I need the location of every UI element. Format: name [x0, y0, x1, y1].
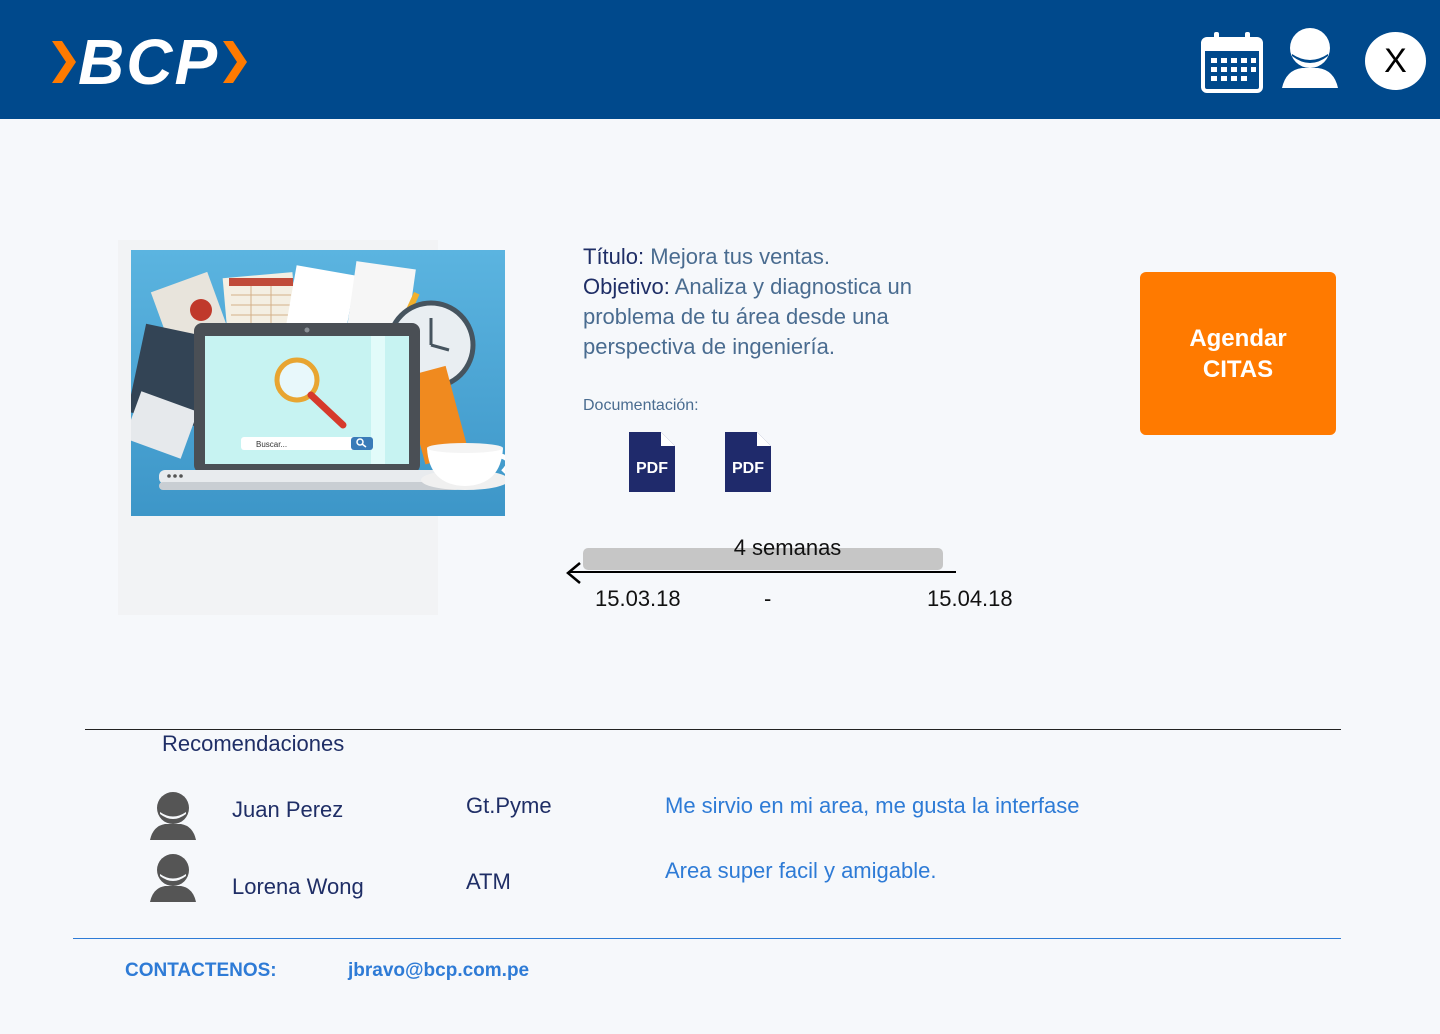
- objective-label: Objetivo:: [583, 274, 670, 299]
- timeline-separator: -: [764, 586, 772, 611]
- logo-chevron-left-icon: [52, 41, 76, 83]
- timeline-line: [570, 571, 956, 573]
- top-bar: BCP X: [0, 0, 1440, 119]
- reviewer-name: Lorena Wong: [232, 874, 364, 899]
- pdf-label: PDF: [636, 460, 668, 477]
- course-info: Título: Mejora tus ventas. Objetivo: Ana…: [583, 242, 963, 362]
- course-objective: Objetivo: Analiza y diagnostica un probl…: [583, 272, 963, 362]
- cta-line-2: CITAS: [1202, 355, 1274, 383]
- reviewer-area: Gt.Pyme: [466, 793, 552, 818]
- user-icon[interactable]: [1280, 26, 1340, 90]
- title-value: Mejora tus ventas.: [650, 244, 831, 269]
- timeline-duration: 4 semanas: [733, 535, 842, 560]
- close-button[interactable]: X: [1365, 32, 1426, 90]
- reviewer-area: ATM: [466, 869, 511, 894]
- contact-email-link[interactable]: jbravo@bcp.com.pe: [348, 960, 529, 982]
- footer-divider: [73, 938, 1341, 939]
- arrow-left-icon: [566, 562, 581, 584]
- timeline-end-date: 15.04.18: [927, 586, 1013, 611]
- logo-text: BCP: [78, 26, 220, 98]
- pdf-label: PDF: [732, 460, 764, 477]
- avatar-icon: [150, 792, 196, 840]
- avatar-icon: [150, 854, 196, 902]
- logo-chevron-right-icon: [223, 41, 248, 83]
- documentation-label: Documentación:: [583, 397, 699, 414]
- calendar-icon[interactable]: [1200, 30, 1264, 94]
- course-title: Título: Mejora tus ventas.: [583, 242, 963, 272]
- divider: [85, 729, 1341, 730]
- contact-label: CONTACTENOS:: [125, 960, 277, 981]
- reviewer-comment: Area super facil y amigable.: [665, 858, 937, 883]
- pdf-icon[interactable]: PDF: [725, 432, 771, 492]
- reviewer-comment: Me sirvio en mi area, me gusta la interf…: [665, 793, 1080, 818]
- schedule-appointments-button[interactable]: Agendar CITAS: [1140, 272, 1336, 435]
- hero-search-placeholder: Buscar...: [256, 440, 287, 449]
- reviewer-name: Juan Perez: [232, 797, 344, 822]
- pdf-icon[interactable]: PDF: [629, 432, 675, 492]
- bcp-logo[interactable]: BCP: [48, 30, 249, 94]
- hero-illustration: Buscar...: [131, 250, 505, 516]
- timeline-start-date: 15.03.18: [595, 586, 681, 611]
- recommendations-title: Recomendaciones: [162, 731, 345, 756]
- title-label: Título:: [583, 244, 645, 269]
- cta-line-1: Agendar: [1189, 324, 1287, 352]
